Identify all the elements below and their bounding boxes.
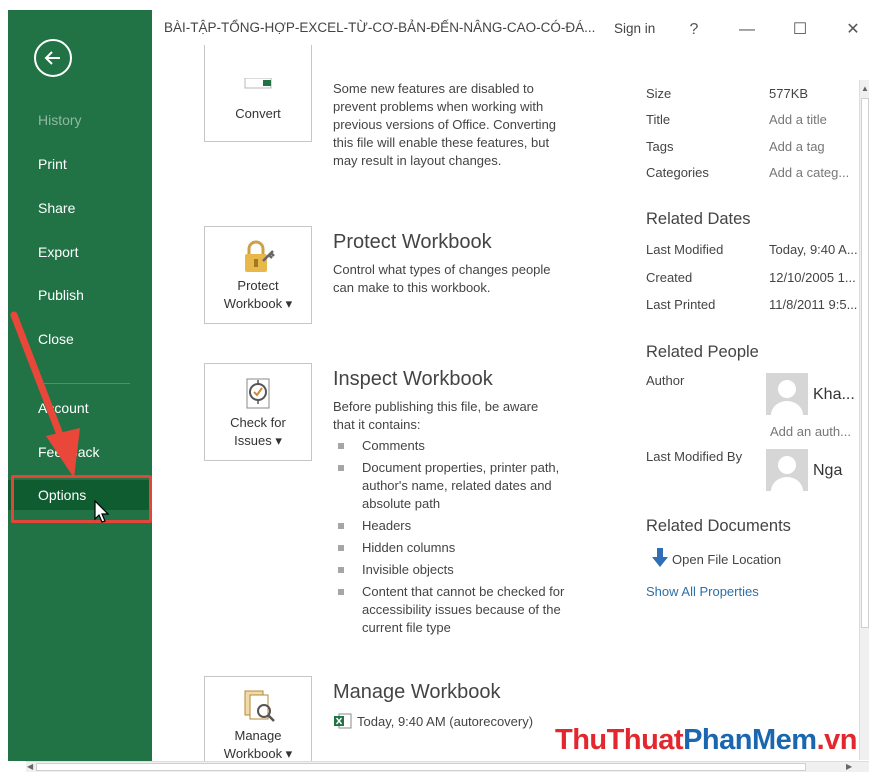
open-file-location-link[interactable]: Open File Location: [672, 552, 781, 567]
last-modified-by-label: Last Modified By: [646, 449, 743, 464]
list-item: Document properties, printer path, autho…: [333, 459, 573, 513]
inspect-document-icon: [246, 378, 270, 409]
manage-title: Manage Workbook: [333, 681, 501, 703]
prop-value-title[interactable]: Add a title: [769, 112, 827, 127]
list-item: Headers: [333, 517, 573, 535]
prop-label-created: Created: [646, 270, 693, 285]
convert-description: Some new features are disabled to preven…: [333, 81, 557, 168]
person-icon: [771, 380, 803, 415]
manage-label-line1: Manage: [234, 728, 282, 743]
excel-backstage-window: History Print Share Export Publish Close…: [0, 0, 869, 772]
last-modified-by-avatar[interactable]: [766, 449, 808, 491]
prop-label-categories: Categories: [646, 165, 709, 180]
sidebar-divider: [38, 383, 130, 384]
convert-button[interactable]: Convert: [204, 45, 312, 142]
protect-title: Protect Workbook: [333, 231, 492, 253]
prop-label-tags: Tags: [646, 139, 674, 154]
sidebar-item-feedback[interactable]: Feedback: [8, 437, 152, 467]
convert-label: Convert: [235, 106, 281, 121]
backstage-sidebar: History Print Share Export Publish Close…: [8, 10, 152, 761]
add-author-link[interactable]: Add an auth...: [770, 424, 851, 439]
protect-label-line1: Protect: [237, 278, 279, 293]
inspect-bullet-list: Comments Document properties, printer pa…: [333, 437, 573, 641]
show-all-properties-link[interactable]: Show All Properties: [646, 584, 759, 599]
back-button[interactable]: [34, 39, 72, 77]
sidebar-item-account[interactable]: Account: [8, 393, 152, 423]
sign-in-link[interactable]: Sign in: [614, 21, 655, 36]
sidebar-item-share[interactable]: Share: [8, 193, 152, 223]
author-avatar[interactable]: [766, 373, 808, 415]
sidebar-item-print[interactable]: Print: [8, 149, 152, 179]
prop-value-created: 12/10/2005 1...: [769, 270, 856, 285]
manage-workbook-button[interactable]: Manage Workbook ▾: [204, 676, 312, 761]
help-button[interactable]: ?: [682, 18, 706, 42]
related-documents-heading: Related Documents: [646, 517, 791, 535]
list-item: Content that cannot be checked for acces…: [333, 583, 573, 637]
vertical-scrollbar[interactable]: ▲: [859, 80, 869, 760]
back-arrow-icon: [44, 51, 60, 65]
last-modified-by-name[interactable]: Nga: [813, 462, 842, 480]
vertical-scroll-thumb[interactable]: [861, 98, 869, 628]
author-label: Author: [646, 373, 685, 388]
title-bar: BÀI-TẬP-TỔNG-HỢP-EXCEL-TỪ-CƠ-BẢN-ĐẾN-NÂN…: [152, 10, 869, 50]
minimize-button[interactable]: —: [735, 18, 759, 42]
inspect-description: Before publishing this file, be aware th…: [333, 399, 539, 432]
check-issues-label-line2: Issues ▾: [234, 433, 282, 448]
prop-value-size: 577KB: [769, 86, 809, 101]
maximize-button[interactable]: ☐: [788, 18, 812, 42]
manage-workbook-icon: [244, 690, 275, 722]
autorecovery-version[interactable]: Today, 9:40 AM (autorecovery): [357, 713, 533, 731]
sidebar-item-publish[interactable]: Publish: [8, 280, 152, 310]
excel-file-icon: [334, 713, 352, 729]
horizontal-scrollbar[interactable]: ◀ ▶: [26, 761, 869, 772]
check-issues-label-line1: Check for: [230, 415, 286, 430]
down-arrow-icon: [652, 548, 668, 567]
protect-description: Control what types of changes people can…: [333, 262, 551, 295]
mouse-cursor-icon: [94, 500, 110, 523]
prop-label-title: Title: [646, 112, 671, 127]
prop-value-categories[interactable]: Add a categ...: [769, 165, 849, 180]
related-dates-heading: Related Dates: [646, 210, 751, 228]
list-item: Comments: [333, 437, 573, 455]
prop-label-last-printed: Last Printed: [646, 297, 716, 312]
protect-label-line2: Workbook ▾: [223, 296, 293, 311]
sidebar-item-close[interactable]: Close: [8, 324, 152, 354]
list-item: Hidden columns: [333, 539, 573, 557]
sidebar-item-export[interactable]: Export: [8, 237, 152, 267]
horizontal-scroll-thumb[interactable]: [36, 763, 806, 771]
person-icon: [771, 456, 803, 491]
scroll-up-icon[interactable]: ▲: [861, 84, 869, 93]
scroll-left-icon[interactable]: ◀: [27, 762, 33, 771]
check-for-issues-button[interactable]: Check for Issues ▾: [204, 363, 312, 461]
close-window-button[interactable]: ✕: [841, 18, 865, 42]
protect-workbook-button[interactable]: Protect Workbook ▾: [204, 226, 312, 324]
inspect-title: Inspect Workbook: [333, 368, 493, 390]
author-name[interactable]: Kha...: [813, 386, 855, 404]
watermark: ThuThuatPhanMem.vn: [555, 724, 857, 756]
prop-label-size: Size: [646, 86, 672, 101]
prop-value-last-modified: Today, 9:40 A...: [769, 242, 858, 257]
lock-icon: [245, 240, 275, 272]
sidebar-item-history: History: [38, 112, 82, 128]
document-title: BÀI-TẬP-TỔNG-HỢP-EXCEL-TỪ-CƠ-BẢN-ĐẾN-NÂN…: [164, 20, 596, 35]
scroll-right-icon[interactable]: ▶: [846, 762, 852, 771]
options-highlight-box: [11, 475, 152, 523]
prop-label-last-modified: Last Modified: [646, 242, 724, 257]
related-people-heading: Related People: [646, 343, 759, 361]
convert-icon: [244, 78, 272, 89]
prop-value-last-printed: 11/8/2011 9:5...: [769, 297, 858, 312]
prop-value-tags[interactable]: Add a tag: [769, 139, 825, 154]
list-item: Invisible objects: [333, 561, 573, 579]
